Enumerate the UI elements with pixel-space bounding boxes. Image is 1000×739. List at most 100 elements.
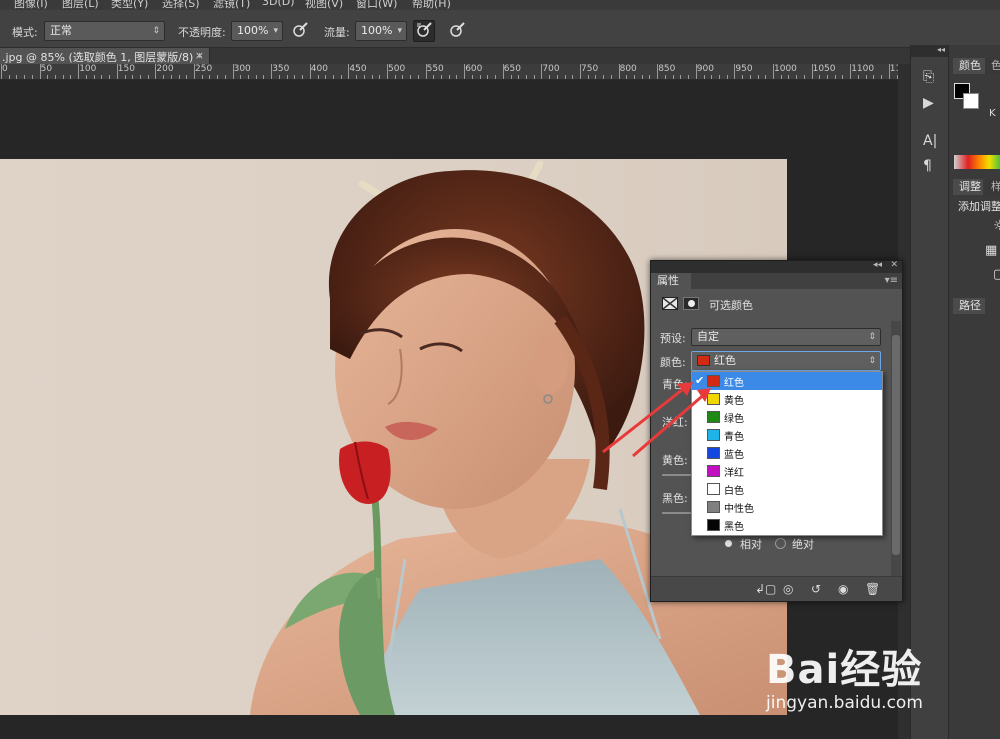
colors-value: 红色	[714, 354, 736, 367]
ruler-tick-mark	[518, 75, 520, 79]
color-option[interactable]: 蓝色	[692, 444, 882, 462]
paragraph-icon[interactable]: ¶	[923, 158, 932, 174]
tab-properties[interactable]: 属性	[651, 273, 691, 289]
ruler-tick-mark	[641, 75, 643, 79]
yellow-slider-track[interactable]	[662, 474, 692, 476]
tab-strip	[210, 48, 910, 64]
menu-select[interactable]: 选择(S)	[162, 0, 200, 10]
mask-icon[interactable]	[683, 297, 699, 310]
play-icon[interactable]: ▶	[923, 95, 934, 111]
menu-view[interactable]: 视图(V)	[305, 0, 343, 10]
ruler-tick-label: 550	[426, 64, 444, 74]
ruler-tick-mark	[718, 75, 720, 79]
colors-dropdown[interactable]: 红色 ⇕	[691, 351, 881, 371]
watermark-url: jingyan.baidu.com	[766, 693, 923, 713]
photo-filter-icon[interactable]: ▢	[993, 267, 1000, 282]
ruler-tick-mark	[387, 64, 388, 79]
menu-help[interactable]: 帮助(H)	[412, 0, 451, 10]
preset-value: 自定	[697, 330, 719, 343]
menu-type[interactable]: 类型(Y)	[111, 0, 148, 10]
preset-dropdown[interactable]: 自定 ⇕	[691, 328, 881, 346]
color-ramp[interactable]	[954, 155, 1000, 169]
ruler-tick-label: 200	[156, 64, 174, 74]
ruler-tick-mark	[47, 75, 49, 79]
ruler-tick-label: 150	[117, 64, 135, 74]
view-previous-icon[interactable]: ◎	[783, 582, 793, 596]
menu-window[interactable]: 窗口(W)	[356, 0, 397, 10]
pressure-size-icon[interactable]	[447, 21, 467, 41]
ruler-tick-mark	[101, 75, 103, 79]
tab-paths[interactable]: 路径	[953, 298, 985, 314]
color-option[interactable]: 绿色	[692, 408, 882, 426]
ruler-tick-mark	[394, 75, 396, 79]
ruler-tick-mark	[348, 64, 350, 79]
ruler-tick-mark	[726, 75, 728, 79]
double-chevron-left-icon[interactable]: ◂◂	[937, 45, 945, 54]
close-icon[interactable]: ✕	[890, 260, 898, 270]
annotation-arrows	[602, 382, 711, 458]
ruler-tick-mark	[294, 75, 296, 79]
ruler-tick-mark	[595, 75, 597, 79]
tab-color[interactable]: 颜色	[953, 58, 985, 74]
ruler-tick-mark	[363, 75, 365, 79]
ruler-tick-mark	[170, 75, 172, 79]
color-option[interactable]: 黑色	[692, 516, 882, 534]
colors-dropdown-list: ✔ 红色黄色绿色 青色 蓝色 洋红 白色 中性色 黑色	[691, 371, 883, 536]
close-icon[interactable]: ×	[195, 49, 204, 62]
pressure-opacity-icon[interactable]	[290, 21, 310, 41]
color-option[interactable]: 黄色	[692, 390, 882, 408]
properties-titlebar[interactable]: ◂◂ ✕	[651, 260, 902, 273]
color-option[interactable]: 中性色	[692, 498, 882, 516]
menu-layer[interactable]: 图层(L)	[62, 0, 99, 10]
ruler-tick-mark	[85, 75, 87, 79]
color-option-label: 黄色	[724, 396, 744, 407]
collapse-bar[interactable]: ◂◂	[911, 45, 949, 57]
properties-scrollbar[interactable]	[891, 321, 901, 576]
color-option-label: 绿色	[724, 414, 744, 425]
character-icon[interactable]: A|	[923, 133, 937, 149]
ruler-tick-mark	[209, 75, 211, 79]
reset-icon[interactable]: ↺	[811, 582, 821, 596]
tab-adjustments[interactable]: 调整	[953, 179, 983, 195]
collapse-icon[interactable]: ◂◂	[873, 260, 882, 270]
menu-filter[interactable]: 滤镜(T)	[213, 0, 250, 10]
menu-3d[interactable]: 3D(D)	[262, 0, 295, 8]
background-color-swatch[interactable]	[963, 93, 979, 109]
ruler-tick-label: 0	[2, 64, 8, 74]
ruler-tick-label: 700	[542, 64, 560, 74]
ruler-tick-mark	[618, 64, 620, 79]
airbrush-icon[interactable]	[413, 20, 435, 42]
panel-menu-icon[interactable]: ▾≡	[885, 275, 898, 286]
ruler-tick-mark	[626, 75, 628, 79]
absolute-radio[interactable]	[775, 538, 786, 549]
flow-input[interactable]: 100% ▾	[355, 21, 407, 41]
history-icon[interactable]: ⎘	[923, 69, 934, 85]
color-swatch	[707, 483, 720, 495]
ruler-tick-mark	[603, 75, 605, 79]
color-option[interactable]: 白色	[692, 480, 882, 498]
tab-styles[interactable]: 样	[985, 179, 1000, 195]
tab-swatches[interactable]: 色	[985, 58, 1000, 74]
ruler-tick-mark	[803, 75, 805, 79]
black-slider-track[interactable]	[662, 512, 692, 514]
levels-icon[interactable]: ▦	[985, 243, 997, 258]
color-option[interactable]: ✔ 红色	[692, 372, 882, 390]
relative-radio[interactable]	[723, 538, 734, 549]
ruler-tick-mark	[240, 75, 242, 79]
watermark-brand: Bai经验	[766, 647, 923, 693]
color-option[interactable]: 洋红	[692, 462, 882, 480]
clip-to-layer-icon[interactable]: ↲▢	[755, 582, 776, 596]
opacity-input[interactable]: 100% ▾	[231, 21, 283, 41]
color-option[interactable]: 青色	[692, 426, 882, 444]
brightness-icon[interactable]: ☼	[993, 218, 1000, 234]
trash-icon[interactable]: 🗑	[865, 582, 880, 596]
ruler-tick-label: 250	[195, 64, 213, 74]
scroll-thumb[interactable]	[892, 335, 900, 555]
preset-label: 预设:	[660, 332, 686, 345]
ruler-tick-mark	[688, 75, 689, 79]
ruler-tick-mark	[332, 75, 334, 79]
mode-dropdown[interactable]: 正常 ⇕	[44, 21, 165, 41]
document-tab[interactable]: .jpg @ 85% (选取颜色 1, 图层蒙版/8) * ×	[0, 48, 210, 64]
visibility-eye-icon[interactable]: ◉	[838, 582, 848, 596]
menu-image[interactable]: 图像(I)	[14, 0, 48, 10]
